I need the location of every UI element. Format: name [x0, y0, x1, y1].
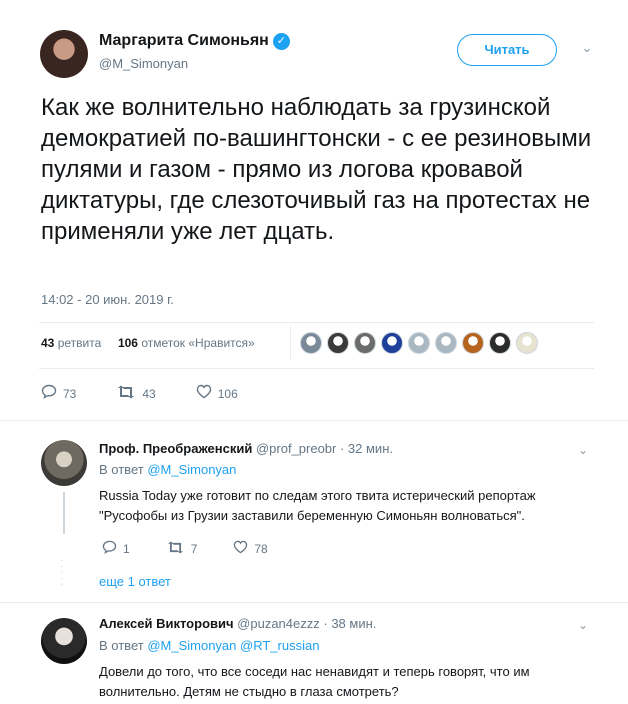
reply-handle[interactable]: @puzan4ezzz	[237, 616, 320, 631]
chevron-down-icon[interactable]: ⌄	[579, 40, 595, 56]
reply-handle[interactable]: @prof_preobr	[256, 441, 336, 456]
liker-avatar[interactable]	[516, 332, 538, 354]
tweet-text: Как же волнительно наблюдать за грузинск…	[41, 94, 592, 245]
reply-text: Довели до того, что все соседи нас ненав…	[99, 664, 530, 699]
liker-avatar[interactable]	[300, 332, 322, 354]
reply-author-name[interactable]: Проф. Преображенский	[99, 441, 252, 456]
author-name[interactable]: Маргарита Симоньян ✓	[99, 32, 290, 50]
liker-avatar[interactable]	[462, 332, 484, 354]
like-button[interactable]: 78	[233, 540, 268, 558]
tweet-stats: 43 ретвита 106 отметок «Нравится»	[41, 336, 255, 350]
show-more-replies-link[interactable]: еще 1 ответ	[99, 574, 171, 589]
divider	[39, 368, 594, 369]
reply-icon	[102, 540, 117, 558]
author-name-text[interactable]: Маргарита Симоньян	[99, 32, 269, 49]
like-count: 78	[254, 542, 268, 556]
reply-button[interactable]: 73	[41, 384, 76, 403]
reply-text: Russia Today уже готовит по следам этого…	[99, 488, 536, 523]
verified-badge-icon: ✓	[272, 33, 290, 50]
liker-avatars	[300, 332, 538, 354]
section-divider	[0, 602, 628, 603]
reply-actions: 1 7 78	[102, 540, 304, 558]
in-reply-to: В ответ @M_Simonyan @RT_russian	[99, 638, 319, 653]
section-divider	[0, 420, 628, 421]
liker-avatar[interactable]	[408, 332, 430, 354]
in-reply-link[interactable]: @M_Simonyan @RT_russian	[147, 638, 319, 653]
liker-avatar[interactable]	[435, 332, 457, 354]
reply-avatar[interactable]	[41, 618, 87, 664]
chevron-down-icon[interactable]: ⌄	[578, 443, 588, 457]
retweet-action-count: 43	[142, 386, 156, 401]
reply-time[interactable]: · 32 мин.	[340, 441, 393, 456]
divider	[39, 322, 594, 323]
author-avatar[interactable]	[40, 30, 88, 78]
retweet-icon	[116, 385, 136, 403]
like-label[interactable]: отметок «Нравится»	[141, 336, 254, 350]
retweet-count[interactable]: 43	[41, 336, 54, 350]
retweet-icon	[166, 540, 185, 558]
reply-header: Алексей Викторович @puzan4ezzz · 38 мин.	[99, 616, 376, 631]
tweet-timestamp[interactable]: 14:02 - 20 июн. 2019 г.	[41, 292, 174, 307]
like-button[interactable]: 106	[196, 384, 238, 403]
in-reply-link[interactable]: @M_Simonyan	[147, 462, 236, 477]
reply-avatar[interactable]	[41, 440, 87, 486]
in-reply-to: В ответ @M_Simonyan	[99, 462, 236, 477]
reply-count: 73	[63, 386, 77, 401]
in-reply-prefix: В ответ	[99, 638, 144, 653]
liker-avatar[interactable]	[489, 332, 511, 354]
retweet-count: 7	[190, 542, 198, 556]
in-reply-prefix: В ответ	[99, 462, 144, 477]
reply-header: Проф. Преображенский @prof_preobr · 32 м…	[99, 441, 393, 456]
liker-avatar[interactable]	[327, 332, 349, 354]
thread-dots: · · · · ·	[60, 555, 64, 590]
like-action-count: 106	[217, 386, 238, 401]
retweet-button[interactable]: 43	[116, 385, 156, 403]
reply-count: 1	[123, 542, 130, 556]
stats-divider	[290, 326, 291, 360]
retweet-button[interactable]: 7	[166, 540, 198, 558]
reply-time[interactable]: · 38 мин.	[323, 616, 376, 631]
like-count[interactable]: 106	[118, 336, 138, 350]
heart-icon	[233, 540, 248, 558]
liker-avatar[interactable]	[381, 332, 403, 354]
author-handle[interactable]: @M_Simonyan	[99, 56, 188, 71]
reply-button[interactable]: 1	[102, 540, 130, 558]
tweet-actions: 73 43 106	[41, 384, 278, 403]
thread-line	[63, 492, 65, 534]
reply-icon	[41, 384, 57, 403]
chevron-down-icon[interactable]: ⌄	[578, 618, 588, 632]
liker-avatar[interactable]	[354, 332, 376, 354]
follow-button[interactable]: Читать	[457, 34, 557, 66]
retweet-label[interactable]: ретвита	[58, 336, 102, 350]
heart-icon	[196, 384, 212, 403]
reply-author-name[interactable]: Алексей Викторович	[99, 616, 234, 631]
